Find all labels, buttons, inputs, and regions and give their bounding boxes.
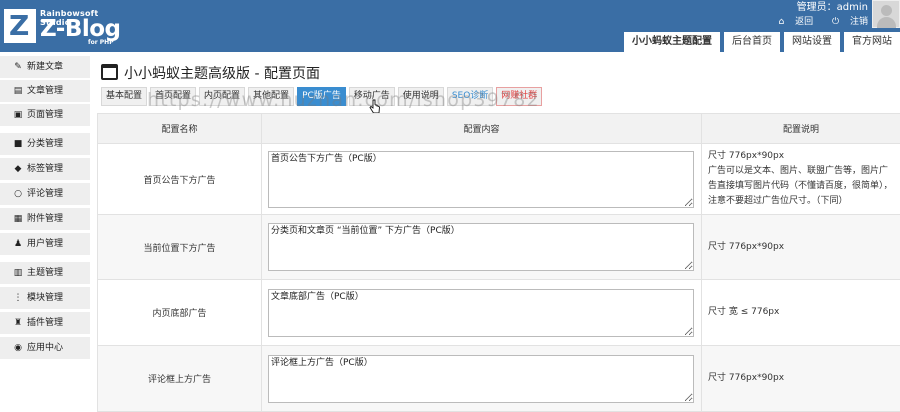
column-header-content: 配置内容 <box>262 114 702 144</box>
zblog-logo[interactable]: Z Rainbowsoft Studio Z-Blog for PHP <box>0 0 130 52</box>
comment-ad-input[interactable]: 评论框上方广告（PC版） <box>268 355 694 403</box>
power-icon: ⏻ <box>832 17 839 27</box>
page-title: 小小蚂蚁主题高级版 - 配置页面 <box>101 63 320 83</box>
edit-icon: ✎ <box>12 56 24 78</box>
folder-icon: ■ <box>12 133 24 155</box>
page-icon: ▣ <box>12 104 24 126</box>
attachment-icon: ▦ <box>12 208 24 230</box>
sidebar-item-pages[interactable]: ▣页面管理 <box>0 104 90 126</box>
module-icon: ⋮ <box>12 287 24 309</box>
table-header-row: 配置名称 配置内容 配置说明 <box>98 114 900 144</box>
tab-usage-guide[interactable]: 使用说明 <box>398 87 444 106</box>
logo-mark: Z <box>4 9 36 43</box>
sidebar-item-plugins[interactable]: ♜插件管理 <box>0 312 90 334</box>
sidebar-item-attachments[interactable]: ▦附件管理 <box>0 208 90 230</box>
theme-icon: ▥ <box>12 262 24 284</box>
tab-other-config[interactable]: 其他配置 <box>248 87 294 106</box>
row-desc: 尺寸 776px*90px 广告可以是文本、图片、联盟广告等，图片广告直接填写图… <box>702 144 900 215</box>
row-name: 内页底部广告 <box>98 280 262 346</box>
top-tabs: 小小蚂蚁主题配置 后台首页 网站设置 官方网站 <box>620 32 900 52</box>
sidebar: ✎新建文章 ▤文章管理 ▣页面管理 ■分类管理 ◆标签管理 ○评论管理 ▦附件管… <box>0 52 90 404</box>
tab-money-community[interactable]: 网赚社群 <box>496 87 542 106</box>
sidebar-item-categories[interactable]: ■分类管理 <box>0 133 90 155</box>
user-icon: ♟ <box>12 233 24 255</box>
column-header-name: 配置名称 <box>98 114 262 144</box>
tab-seo-diagnosis[interactable]: SEO诊断 <box>447 87 493 106</box>
plugin-icon: ♜ <box>12 312 24 334</box>
sidebar-item-tags[interactable]: ◆标签管理 <box>0 158 90 180</box>
table-row: 内页底部广告 文章底部广告（PC版） 尺寸 宽 ≤ 776px <box>98 280 900 346</box>
home-notice-ad-input[interactable]: 首页公告下方广告（PC版） <box>268 151 694 208</box>
tab-inner-config[interactable]: 内页配置 <box>199 87 245 106</box>
row-name: 当前位置下方广告 <box>98 215 262 280</box>
column-header-desc: 配置说明 <box>702 114 900 144</box>
sidebar-item-app-center[interactable]: ◉应用中心 <box>0 337 90 359</box>
sidebar-item-users[interactable]: ♟用户管理 <box>0 233 90 255</box>
window-icon <box>101 64 118 80</box>
sidebar-item-new-article[interactable]: ✎新建文章 <box>0 56 90 78</box>
row-desc: 尺寸 宽 ≤ 776px <box>702 280 900 346</box>
row-name: 评论框上方广告 <box>98 346 262 412</box>
top-header: Z Rainbowsoft Studio Z-Blog for PHP 管理员：… <box>0 0 900 52</box>
table-row: 当前位置下方广告 分类页和文章页 “当前位置” 下方广告（PC版） 尺寸 776… <box>98 215 900 280</box>
logout-link[interactable]: ⏻ 注销 <box>824 17 868 27</box>
logo-php-text: for PHP <box>88 39 114 46</box>
row-desc: 尺寸 776px*90px <box>702 215 900 280</box>
sidebar-item-themes[interactable]: ▥主题管理 <box>0 262 90 284</box>
top-tab-dashboard[interactable]: 后台首页 <box>724 32 780 52</box>
top-tab-site-settings[interactable]: 网站设置 <box>784 32 840 52</box>
tag-icon: ◆ <box>12 158 24 180</box>
comment-icon: ○ <box>12 183 24 205</box>
config-tabs: 基本配置 首页配置 内页配置 其他配置 PC版广告 移动广告 使用说明 SEO诊… <box>101 87 545 106</box>
row-name: 首页公告下方广告 <box>98 144 262 215</box>
row-desc: 尺寸 776px*90px <box>702 346 900 412</box>
admin-name: 管理员：admin <box>763 2 869 14</box>
document-icon: ▤ <box>12 80 24 102</box>
admin-area: 管理员：admin ⌂ 返回 ⏻ 注销 <box>763 2 869 28</box>
avatar[interactable] <box>872 0 900 28</box>
tab-pc-ads[interactable]: PC版广告 <box>297 87 346 106</box>
table-row: 首页公告下方广告 首页公告下方广告（PC版） 尺寸 776px*90px 广告可… <box>98 144 900 215</box>
article-bottom-ad-input[interactable]: 文章底部广告（PC版） <box>268 289 694 337</box>
location-ad-input[interactable]: 分类页和文章页 “当前位置” 下方广告（PC版） <box>268 223 694 271</box>
top-tab-official-site[interactable]: 官方网站 <box>844 32 900 52</box>
tab-home-config[interactable]: 首页配置 <box>150 87 196 106</box>
back-link[interactable]: ⌂ 返回 <box>771 17 814 27</box>
sidebar-item-comments[interactable]: ○评论管理 <box>0 183 90 205</box>
ad-config-table: 配置名称 配置内容 配置说明 首页公告下方广告 首页公告下方广告（PC版） 尺寸… <box>97 113 900 412</box>
app-center-icon: ◉ <box>12 337 24 359</box>
home-icon: ⌂ <box>779 17 785 27</box>
main-content: 小小蚂蚁主题高级版 - 配置页面 基本配置 首页配置 内页配置 其他配置 PC版… <box>97 52 900 404</box>
tab-basic-config[interactable]: 基本配置 <box>101 87 147 106</box>
table-row: 评论框上方广告 评论框上方广告（PC版） 尺寸 776px*90px <box>98 346 900 412</box>
sidebar-item-articles[interactable]: ▤文章管理 <box>0 80 90 102</box>
top-tab-theme-config[interactable]: 小小蚂蚁主题配置 <box>624 32 720 52</box>
sidebar-item-modules[interactable]: ⋮模块管理 <box>0 287 90 309</box>
